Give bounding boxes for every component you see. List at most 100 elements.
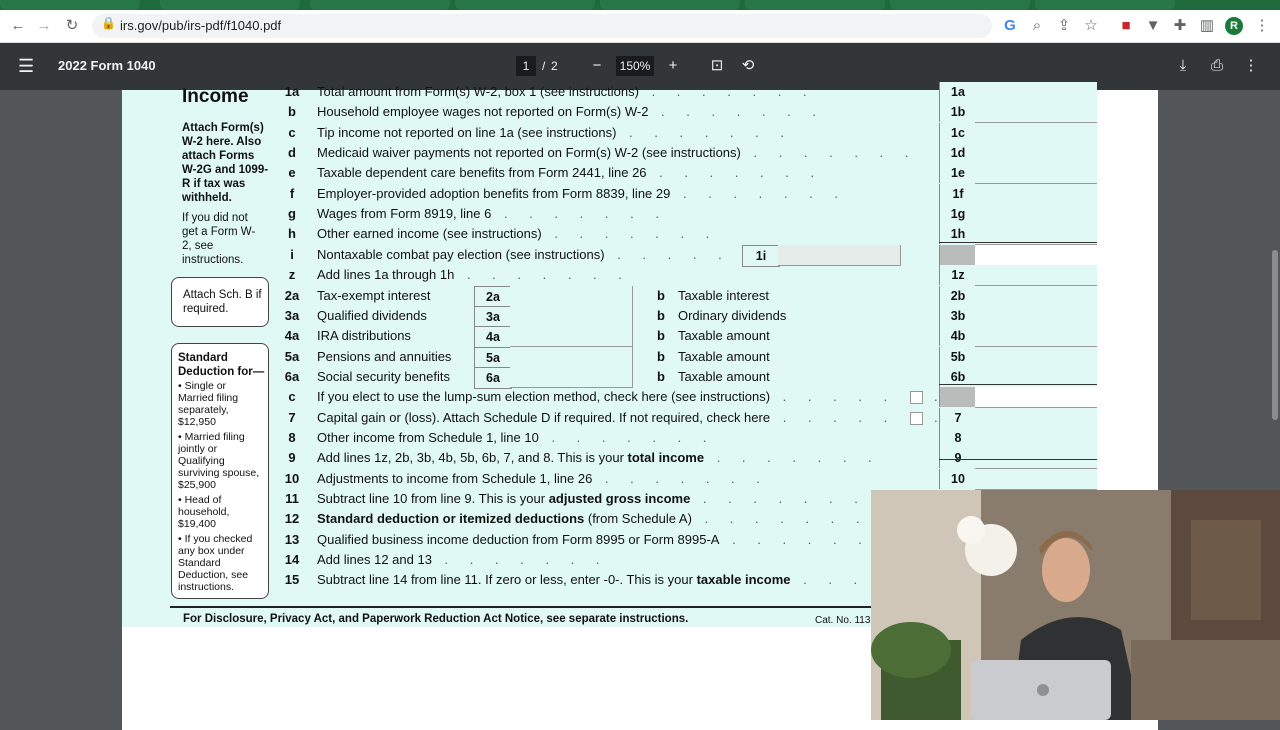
browser-tab[interactable] (160, 0, 300, 10)
line-number: 3a (284, 308, 300, 323)
leader-dots: . . . . . . . (616, 125, 793, 140)
bookmark-star-icon[interactable]: ☆ (1081, 16, 1101, 36)
amount-field[interactable] (975, 82, 1097, 103)
column-rule (939, 384, 1097, 385)
amount-field[interactable] (975, 102, 1097, 123)
leader-dots: . . . . . . . (541, 226, 719, 241)
amount-field[interactable] (975, 408, 1097, 429)
line-text: Adjustments to income from Schedule 1, l… (317, 471, 593, 486)
print-icon[interactable]: ⎙ (1206, 55, 1228, 77)
browser-tab[interactable] (455, 0, 595, 10)
browser-tab[interactable] (310, 0, 450, 10)
leader-dots: . . . . . . . (538, 430, 716, 445)
line-box-label: 9 (939, 448, 977, 468)
page-number-input[interactable]: 1 (516, 56, 536, 76)
line-text: Subtract line 10 from line 9. This is yo… (317, 491, 546, 506)
line-description: IRA distributions (317, 326, 411, 346)
line-number: e (288, 165, 296, 180)
amount-field[interactable] (975, 469, 1097, 490)
zoom-out-icon[interactable]: − (586, 55, 608, 77)
zoom-icon[interactable]: ⌕ (1027, 16, 1047, 36)
line-description: Taxable dependent care benefits from For… (317, 163, 823, 183)
amount-field[interactable] (975, 123, 1097, 144)
inner-amount-field[interactable] (510, 326, 633, 347)
zoom-in-icon[interactable]: + (662, 55, 684, 77)
line-description: Capital gain or (loss). Attach Schedule … (317, 408, 947, 428)
leader-dots: . . . . . . . (704, 450, 881, 465)
line-bold-text: adjusted gross income (545, 491, 691, 506)
amount-field[interactable] (975, 184, 1097, 205)
browser-tab[interactable] (890, 0, 1030, 10)
hamburger-menu-icon[interactable]: ☰ (18, 56, 34, 77)
rotate-icon[interactable]: ⟲ (737, 55, 759, 77)
google-lens-icon[interactable]: G (1000, 16, 1020, 36)
amount-field[interactable] (975, 143, 1097, 164)
line-number: 13 (284, 532, 300, 547)
extensions-puzzle-icon[interactable]: ✚ (1170, 16, 1190, 36)
profile-avatar[interactable]: R (1225, 17, 1243, 35)
line-number: 12 (284, 511, 300, 526)
inner-amount-field[interactable] (510, 367, 633, 388)
line-b-label: b Taxable amount (657, 367, 770, 387)
more-menu-icon[interactable]: ⋮ (1252, 16, 1272, 36)
amount-field[interactable] (975, 286, 1097, 307)
more-options-icon[interactable]: ⋮ (1240, 55, 1262, 77)
line-number: i (290, 247, 294, 262)
amount-field[interactable] (975, 387, 1097, 408)
line-box-label: 1d (939, 143, 977, 163)
amount-field[interactable] (975, 163, 1097, 184)
column-rule (939, 459, 1097, 460)
browser-tab[interactable] (745, 0, 885, 10)
checkbox[interactable] (910, 391, 923, 404)
line-number: 10 (284, 471, 300, 486)
side-panel-icon[interactable]: ▥ (1197, 16, 1217, 36)
extension-icon[interactable]: ▼ (1143, 16, 1163, 36)
amount-field[interactable] (975, 245, 1097, 266)
forward-arrow-icon[interactable]: → (34, 16, 54, 36)
line-b-label: b Ordinary dividends (657, 306, 786, 326)
scrollbar-thumb[interactable] (1272, 250, 1278, 420)
line-text: Total amount from Form(s) W-2, box 1 (se… (317, 84, 639, 99)
amount-field[interactable] (975, 265, 1097, 286)
std-item: • Single or Married filing separately, $… (178, 380, 239, 428)
leader-dots: . . . . . . . (670, 186, 847, 201)
browser-tab[interactable] (0, 0, 140, 10)
reload-icon[interactable]: ↻ (62, 16, 82, 36)
line-text: Employer-provided adoption benefits from… (317, 186, 671, 201)
amount-field[interactable] (975, 204, 1097, 225)
line-box-label: 1g (939, 204, 977, 224)
inner-amount-field[interactable] (778, 245, 901, 266)
leader-dots: . . . . . . . (648, 104, 825, 119)
fit-page-icon[interactable]: ⊡ (706, 55, 728, 77)
inner-amount-field[interactable] (510, 306, 633, 327)
browser-tab[interactable] (600, 0, 740, 10)
line-box-label: 1h (939, 224, 977, 244)
browser-tab[interactable] (1035, 0, 1175, 10)
share-icon[interactable]: ⇪ (1054, 16, 1074, 36)
download-icon[interactable]: ⤓ (1172, 55, 1194, 77)
line-number: z (288, 267, 296, 282)
address-bar[interactable]: 🔒 irs.gov/pub/irs-pdf/f1040.pdf (92, 14, 992, 38)
amount-field[interactable] (975, 306, 1097, 327)
address-url[interactable]: irs.gov/pub/irs-pdf/f1040.pdf (120, 18, 281, 33)
no-w2-note: If you did not get a Form W-2, see instr… (182, 212, 256, 266)
standard-deduction-box: Standard Deduction for— • Single or Marr… (171, 343, 269, 599)
webcam-overlay (871, 490, 1280, 720)
std-item: • Head of household, $19,400 (178, 494, 230, 530)
line-description: Adjustments to income from Schedule 1, l… (317, 469, 769, 489)
amount-field[interactable] (975, 347, 1097, 368)
inner-amount-field[interactable] (510, 286, 633, 307)
checkbox[interactable] (910, 412, 923, 425)
line-box-label: 1e (939, 163, 977, 183)
line-number: 1a (284, 84, 300, 99)
leader-dots: . . . . . . . (638, 84, 816, 99)
zoom-level-input[interactable]: 150% (616, 56, 654, 76)
leader-dots: . . . . . . . (646, 165, 824, 180)
extension-icon[interactable]: ■ (1116, 16, 1136, 36)
line-after-text: (from Schedule A) (584, 511, 692, 526)
inner-amount-field[interactable] (510, 347, 633, 368)
amount-field[interactable] (975, 428, 1097, 449)
amount-field[interactable] (975, 326, 1097, 347)
line-text: Social security benefits (317, 369, 450, 384)
back-arrow-icon[interactable]: ← (8, 16, 28, 36)
